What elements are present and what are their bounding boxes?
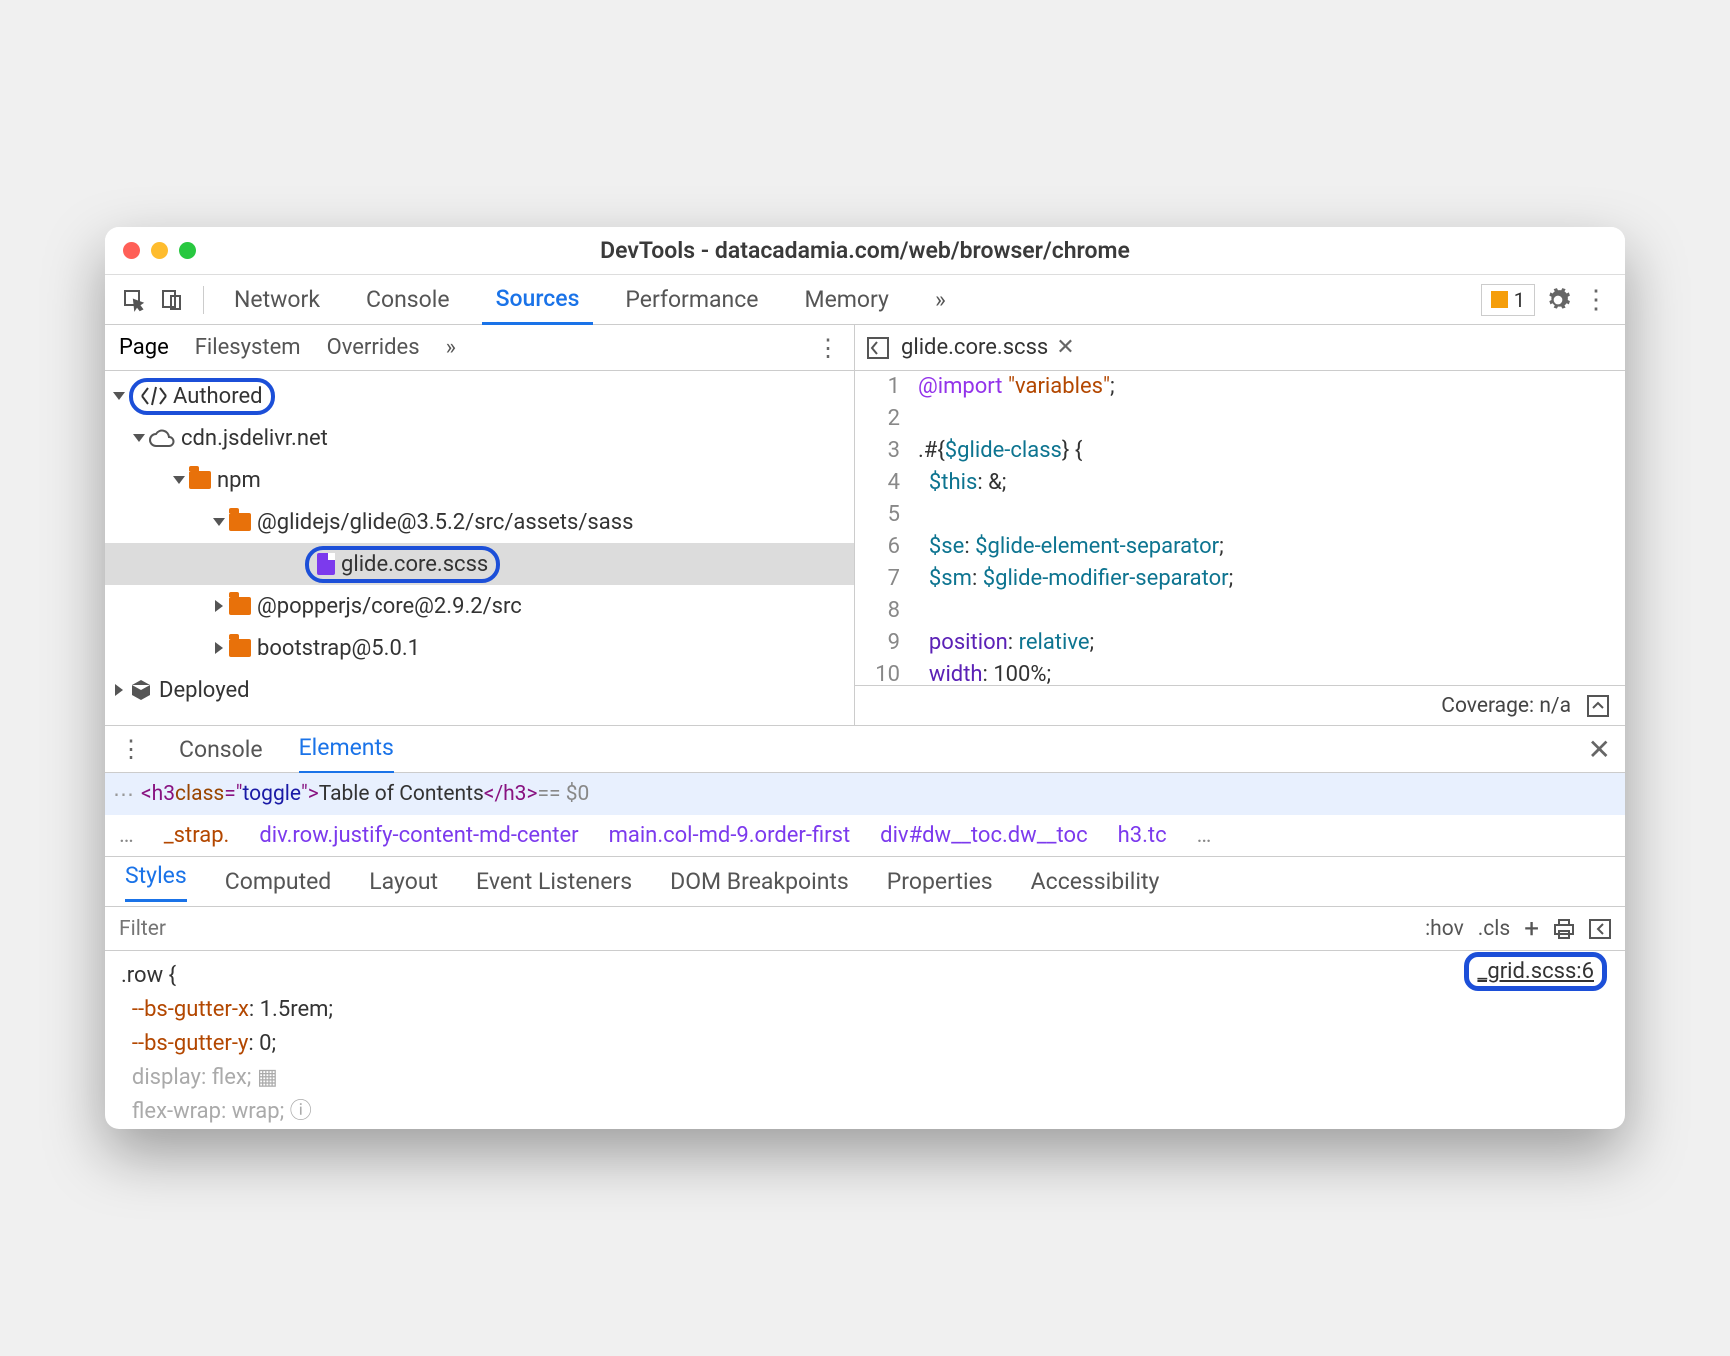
tree-bootstrap[interactable]: bootstrap@5.0.1 (105, 627, 854, 669)
drawer-close-icon[interactable]: ✕ (1588, 733, 1611, 766)
panel-tabs: Network Console Sources Performance Memo… (220, 275, 1473, 325)
traffic-lights (123, 242, 196, 259)
drawer-tabs: ⋮ Console Elements ✕ (105, 725, 1625, 773)
tree-label: @popperjs/core@2.9.2/src (257, 594, 522, 619)
styles-tabs: Styles Computed Layout Event Listeners D… (105, 857, 1625, 907)
source-link[interactable]: _grid.scss:6 (1464, 955, 1607, 989)
tab-dom-breakpoints[interactable]: DOM Breakpoints (670, 868, 849, 895)
titlebar: DevTools - datacadamia.com/web/browser/c… (105, 227, 1625, 275)
folder-icon (229, 513, 251, 531)
tree-label: @glidejs/glide@3.5.2/src/assets/sass (257, 510, 633, 535)
tab-filesystem[interactable]: Filesystem (195, 335, 301, 360)
tab-console[interactable]: Console (352, 276, 464, 323)
editor-pane: glide.core.scss ✕ 1234567891011 @import … (855, 325, 1625, 725)
tab-page[interactable]: Page (119, 335, 169, 360)
hov-button[interactable]: :hov (1425, 917, 1464, 941)
folder-icon (189, 471, 211, 489)
file-tree: Authored cdn.jsdelivr.net npm @glidejs/ (105, 371, 854, 725)
tab-performance[interactable]: Performance (611, 276, 772, 323)
selected-element[interactable]: ⋯ <h3 class="toggle">Table of Contents</… (105, 773, 1625, 815)
breadcrumb[interactable]: … _strap. div.row.justify-content-md-cen… (105, 815, 1625, 857)
tree-deployed[interactable]: Deployed (105, 669, 854, 711)
close-icon[interactable] (123, 242, 140, 259)
coverage-bar: Coverage: n/a (855, 685, 1625, 725)
devtools-window: DevTools - datacadamia.com/web/browser/c… (105, 227, 1625, 1129)
tab-network[interactable]: Network (220, 276, 334, 323)
cloud-icon (149, 429, 175, 447)
file-tab-label: glide.core.scss (901, 335, 1048, 360)
deployed-icon (129, 678, 153, 702)
file-icon (317, 553, 335, 575)
minimize-icon[interactable] (151, 242, 168, 259)
panel-toggle-icon[interactable] (1589, 919, 1611, 939)
tree-glide-folder[interactable]: @glidejs/glide@3.5.2/src/assets/sass (105, 501, 854, 543)
tab-layout[interactable]: Layout (369, 868, 438, 895)
folder-icon (229, 639, 251, 657)
code-editor[interactable]: 1234567891011 @import "variables"; .#{$g… (855, 371, 1625, 685)
add-rule-icon[interactable]: + (1524, 914, 1539, 944)
issues-button[interactable]: 1 (1481, 284, 1535, 316)
sidebar-more-icon[interactable]: » (446, 335, 456, 360)
inspect-icon[interactable] (119, 285, 149, 315)
zoom-icon[interactable] (179, 242, 196, 259)
styles-pane[interactable]: _grid.scss:6 .row { --bs-gutter-x: 1.5re… (105, 951, 1625, 1129)
tab-sources[interactable]: Sources (482, 275, 594, 325)
tree-label: bootstrap@5.0.1 (257, 636, 420, 661)
tree-glide-file[interactable]: glide.core.scss (105, 543, 854, 585)
tab-computed[interactable]: Computed (225, 868, 332, 895)
tab-properties[interactable]: Properties (887, 868, 993, 895)
filter-input[interactable] (119, 917, 1411, 941)
tab-event-listeners[interactable]: Event Listeners (476, 868, 632, 895)
drawer-kebab-icon[interactable]: ⋮ (119, 735, 143, 763)
settings-icon[interactable] (1543, 285, 1573, 315)
tree-label: cdn.jsdelivr.net (181, 426, 328, 451)
tree-label: Deployed (159, 678, 250, 703)
drawer-tab-console[interactable]: Console (179, 726, 263, 773)
editor-tabs: glide.core.scss ✕ (855, 325, 1625, 371)
tab-overrides[interactable]: Overrides (327, 335, 420, 360)
main-toolbar: Network Console Sources Performance Memo… (105, 275, 1625, 325)
styles-filter-row: :hov .cls + (105, 907, 1625, 951)
device-toggle-icon[interactable] (157, 285, 187, 315)
coverage-label: Coverage: n/a (1441, 694, 1571, 718)
tree-cdn[interactable]: cdn.jsdelivr.net (105, 417, 854, 459)
tab-accessibility[interactable]: Accessibility (1031, 868, 1160, 895)
tree-label: npm (217, 468, 261, 493)
tree-label: glide.core.scss (341, 552, 488, 577)
more-tabs-icon[interactable]: » (921, 276, 960, 323)
tree-authored[interactable]: Authored (105, 375, 854, 417)
authored-icon (141, 386, 167, 406)
tree-npm[interactable]: npm (105, 459, 854, 501)
expand-icon[interactable] (1587, 695, 1609, 717)
print-icon[interactable] (1553, 919, 1575, 939)
css-selector: .row { (121, 959, 1609, 993)
nav-toggle-icon[interactable] (867, 337, 889, 359)
sidebar-tabs: Page Filesystem Overrides » ⋮ (105, 325, 854, 371)
folder-icon (229, 597, 251, 615)
info-icon[interactable]: ⓘ (290, 1099, 312, 1124)
file-tab[interactable]: glide.core.scss ✕ (901, 335, 1075, 360)
issues-count: 1 (1514, 288, 1525, 312)
cls-button[interactable]: .cls (1478, 917, 1510, 941)
source-code: @import "variables"; .#{$glide-class} { … (910, 371, 1625, 685)
tab-styles[interactable]: Styles (125, 862, 187, 902)
kebab-menu-icon[interactable]: ⋮ (1581, 285, 1611, 315)
tree-popper[interactable]: @popperjs/core@2.9.2/src (105, 585, 854, 627)
flex-badge-icon[interactable]: ▦ (257, 1065, 278, 1090)
close-tab-icon[interactable]: ✕ (1056, 335, 1074, 360)
tab-memory[interactable]: Memory (790, 276, 902, 323)
window-title: DevTools - datacadamia.com/web/browser/c… (105, 237, 1625, 264)
line-gutter: 1234567891011 (855, 371, 910, 685)
drawer-tab-elements[interactable]: Elements (299, 724, 394, 774)
warning-icon (1491, 291, 1508, 308)
sidebar-kebab-icon[interactable]: ⋮ (816, 334, 840, 362)
sources-sidebar: Page Filesystem Overrides » ⋮ Authored (105, 325, 855, 725)
tree-label: Authored (173, 384, 263, 409)
